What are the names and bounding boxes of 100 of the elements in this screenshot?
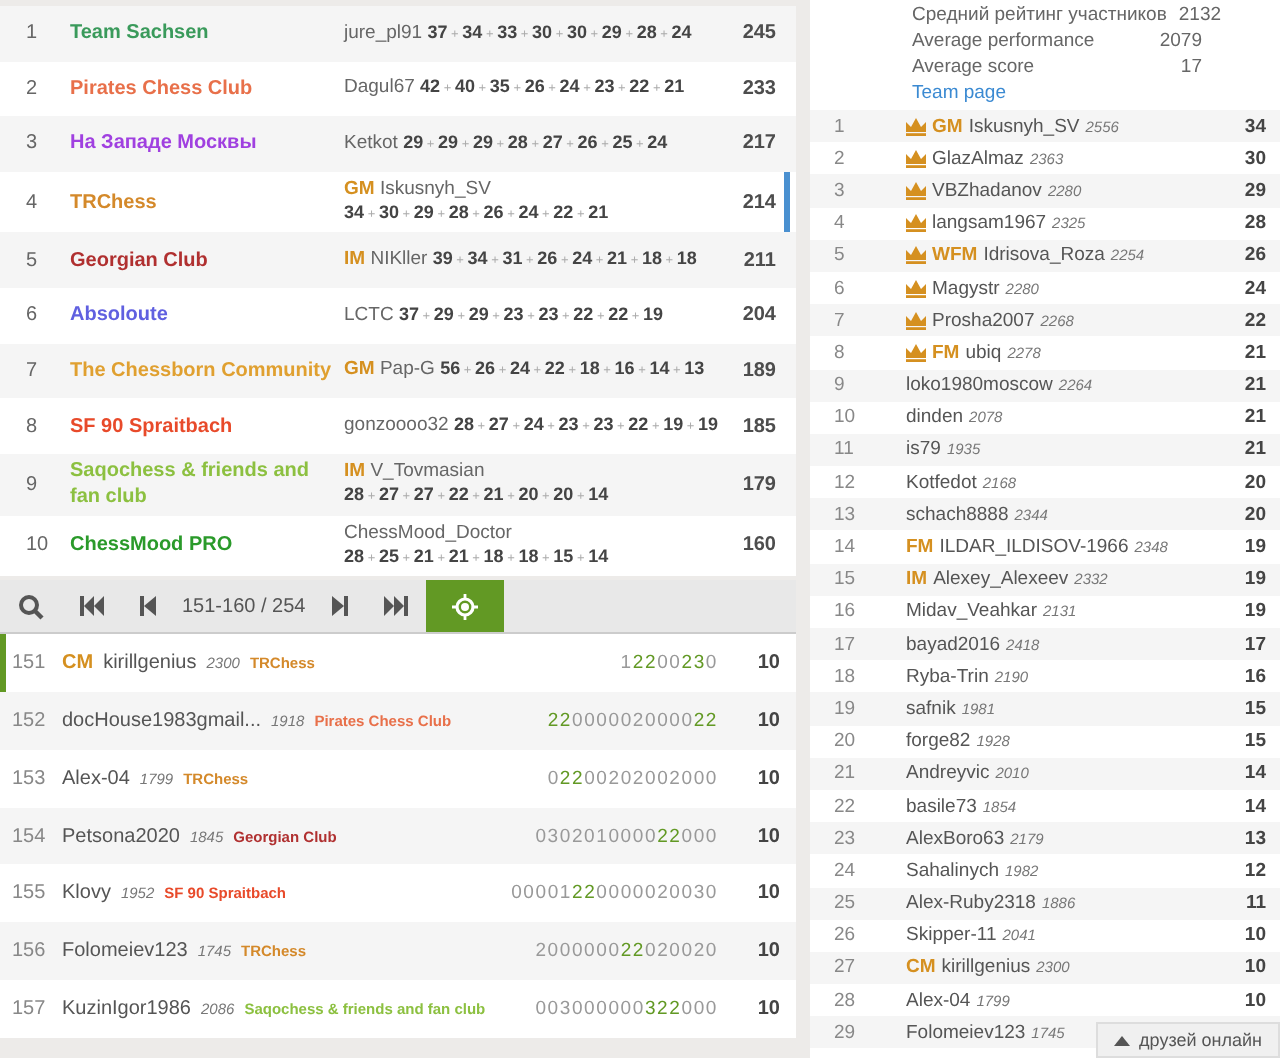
member-name[interactable]: forge82 bbox=[906, 730, 971, 753]
member-name[interactable]: Andreyvic bbox=[906, 762, 990, 785]
my-position-button[interactable] bbox=[425, 580, 504, 633]
member-score: 12 bbox=[1244, 859, 1266, 882]
player-name[interactable]: Klovy bbox=[62, 882, 111, 905]
team-score: 214 bbox=[740, 191, 776, 214]
member-rank: 27 bbox=[832, 956, 858, 979]
score-sheet-digits: 0000020000 bbox=[571, 709, 694, 732]
leader-name[interactable]: V_Tovmasian bbox=[370, 459, 485, 482]
score-sheet-digits: 0 bbox=[547, 767, 560, 790]
member-name[interactable]: Skipper-11 bbox=[906, 924, 997, 947]
member-score: 16 bbox=[1244, 665, 1266, 688]
member-name[interactable]: Kotfedot bbox=[906, 471, 977, 494]
member-name[interactable]: basile73 bbox=[906, 795, 977, 818]
member-rank: 13 bbox=[832, 503, 858, 526]
member-name[interactable]: Midav_Veahkar bbox=[906, 600, 1037, 623]
member-name[interactable]: schach8888 bbox=[906, 503, 1009, 526]
stat-label: Средний рейтинг участников bbox=[912, 2, 1167, 28]
score-sheet-digits: 322 bbox=[644, 997, 682, 1020]
leader-name[interactable]: jure_pl91 bbox=[344, 21, 423, 44]
score-sheet-digits: 22 bbox=[632, 652, 658, 675]
player-title: GM bbox=[344, 177, 375, 200]
member-score: 20 bbox=[1244, 503, 1266, 526]
member-name[interactable]: Alex-Ruby2318 bbox=[906, 892, 1036, 915]
member-name[interactable]: Alex-04 bbox=[906, 989, 971, 1012]
member-rank: 11 bbox=[832, 438, 856, 461]
member-name[interactable]: loko1980moscow bbox=[906, 374, 1053, 397]
leader-name[interactable]: gonzoooo32 bbox=[344, 413, 449, 436]
team-name[interactable]: SF 90 Spraitbach bbox=[70, 413, 344, 440]
member-name[interactable]: is79 bbox=[906, 438, 941, 461]
search-icon bbox=[18, 593, 44, 620]
player-name[interactable]: kirillgenius bbox=[103, 652, 197, 675]
member-name[interactable]: Idrisova_Roza bbox=[983, 244, 1105, 267]
team-rank: 9 bbox=[24, 473, 40, 496]
score-sheet-digits: 22 bbox=[620, 940, 645, 963]
member-score: 24 bbox=[1244, 277, 1266, 300]
member-name[interactable]: Prosha2007 bbox=[932, 309, 1035, 332]
member-name[interactable]: kirillgenius bbox=[941, 956, 1031, 979]
member-name[interactable]: ubiq bbox=[965, 341, 1002, 364]
member-rank: 18 bbox=[832, 665, 858, 688]
member-name[interactable]: Ryba-Trin bbox=[906, 665, 989, 688]
team-name[interactable]: ChessMood PRO bbox=[70, 532, 344, 559]
team-score: 160 bbox=[740, 534, 776, 557]
member-name[interactable]: bayad2016 bbox=[906, 633, 1001, 656]
member-name[interactable]: dinden bbox=[906, 406, 964, 429]
member-rank: 2 bbox=[832, 147, 847, 170]
friends-online-menu[interactable]: друзей онлайн bbox=[1095, 1022, 1280, 1058]
member-score: 15 bbox=[1244, 730, 1266, 753]
member-rank: 22 bbox=[832, 795, 858, 818]
member-score: 29 bbox=[1244, 179, 1266, 202]
page-range: 151-160 / 254 bbox=[180, 593, 308, 622]
player-title: FM bbox=[932, 341, 960, 364]
member-name[interactable]: GlazAlmaz bbox=[932, 147, 1024, 170]
player-name[interactable]: KuzinIgor1986 bbox=[62, 997, 191, 1020]
member-rank: 5 bbox=[832, 244, 847, 267]
member-name[interactable]: Magystr bbox=[932, 277, 1000, 300]
player-name[interactable]: Alex-04 bbox=[62, 767, 130, 790]
player-rank: 151 bbox=[10, 652, 48, 675]
member-name[interactable]: ILDAR_ILDISOV-1966 bbox=[939, 536, 1129, 559]
member-name[interactable]: Folomeiev123 bbox=[906, 1021, 1026, 1044]
member-rank: 29 bbox=[832, 1021, 858, 1044]
member-name[interactable]: Alexey_Alexeev bbox=[933, 568, 1069, 591]
team-score: 245 bbox=[740, 22, 776, 45]
team-rank: 2 bbox=[24, 77, 40, 100]
member-name[interactable]: Iskusnyh_SV bbox=[968, 115, 1080, 138]
member-rank: 3 bbox=[832, 179, 847, 202]
player-name[interactable]: docHouse1983gmail... bbox=[62, 709, 262, 732]
member-name[interactable]: safnik bbox=[906, 697, 956, 720]
leader-name[interactable]: Dagul67 bbox=[344, 76, 415, 99]
player-name[interactable]: Petsona2020 bbox=[62, 825, 180, 847]
leader-name[interactable]: NIKller bbox=[370, 248, 428, 271]
player-title: IM bbox=[906, 568, 928, 591]
team-name[interactable]: Georgian Club bbox=[70, 247, 344, 274]
score-sheet-digits: 000 bbox=[681, 825, 718, 847]
player-score: 10 bbox=[755, 882, 780, 905]
member-name[interactable]: Sahalinych bbox=[906, 859, 999, 882]
team-page-link[interactable]: Team page bbox=[912, 82, 1007, 104]
team-rank: 5 bbox=[24, 249, 40, 272]
member-score: 30 bbox=[1244, 147, 1266, 170]
score-sheet-digits: 2000000 bbox=[535, 940, 621, 963]
score-sheet-digits: 23 bbox=[681, 652, 706, 675]
player-score: 10 bbox=[755, 997, 780, 1020]
member-name[interactable]: AlexBoro63 bbox=[906, 827, 1005, 850]
member-score: 26 bbox=[1244, 244, 1266, 267]
leader-name[interactable]: Iskusnyh_SV bbox=[379, 177, 491, 200]
leader-name[interactable]: Ketkot bbox=[344, 131, 398, 154]
leader-name[interactable]: ChessMood_Doctor bbox=[344, 521, 512, 544]
member-score: 22 bbox=[1244, 309, 1266, 332]
leader-name[interactable]: LCTC bbox=[344, 303, 394, 326]
team-name[interactable]: На Западе Москвы bbox=[70, 130, 344, 157]
player-name[interactable]: Folomeiev123 bbox=[62, 940, 188, 963]
member-name[interactable]: langsam1967 bbox=[932, 212, 1047, 235]
player-score: 10 bbox=[755, 940, 780, 963]
member-name[interactable]: VBZhadanov bbox=[932, 179, 1042, 202]
team-name[interactable]: Absoloute bbox=[70, 302, 344, 329]
player-title: CM bbox=[906, 956, 936, 979]
player-score: 10 bbox=[755, 767, 780, 790]
leader-name[interactable]: Pap-G bbox=[379, 358, 435, 381]
player-rank: 155 bbox=[10, 882, 48, 905]
member-rank: 15 bbox=[832, 568, 858, 591]
